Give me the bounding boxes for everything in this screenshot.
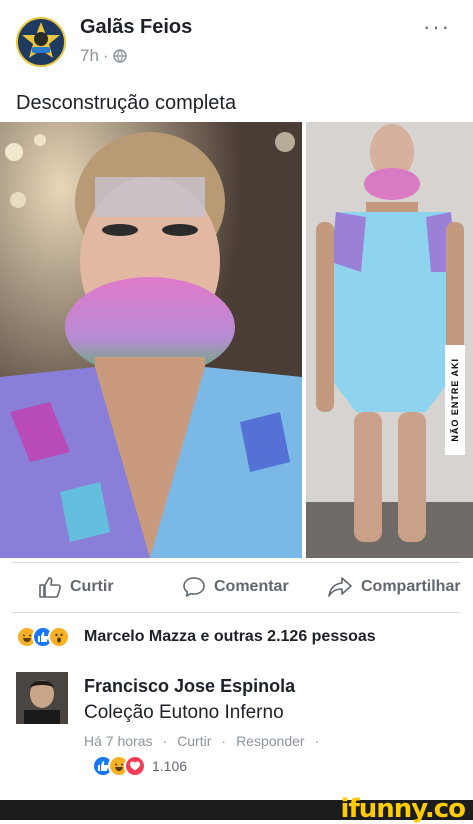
comment-meta: Há 7 horas · Curtir · Responder ·	[84, 733, 319, 749]
comment-meta-separator: ·	[221, 733, 227, 749]
comment-reactions[interactable]: 1.106	[92, 755, 187, 777]
comment-like-link[interactable]: Curtir	[177, 733, 211, 749]
like-button[interactable]: Curtir	[38, 576, 114, 598]
footer-bar: ifunny.co	[0, 794, 473, 824]
share-button[interactable]: Compartilhar	[327, 576, 461, 598]
meta-separator: ·	[102, 46, 109, 65]
comment-reaction-count: 1.106	[152, 758, 188, 774]
globe-icon	[112, 49, 127, 63]
comment-author[interactable]: Francisco Jose Espinola	[84, 676, 295, 697]
comment-time: Há 7 horas	[84, 733, 153, 749]
like-label: Curtir	[70, 578, 114, 595]
page-logo-icon	[22, 22, 60, 58]
runway-image	[306, 122, 473, 558]
commenter-photo	[16, 672, 68, 724]
watermark-badge: NÃO ENTRE AKI	[445, 345, 465, 455]
commenter-avatar[interactable]	[16, 672, 68, 724]
post-photo-left[interactable]	[0, 122, 302, 558]
reactions-summary-text: Marcelo Mazza e outras 2.126 pessoas	[84, 628, 376, 645]
thumbs-up-icon	[39, 577, 61, 598]
more-options-button[interactable]: ···	[423, 14, 451, 40]
portrait-image	[0, 122, 302, 558]
reaction-icons	[16, 626, 70, 648]
page-name[interactable]: Galãs Feios	[80, 16, 192, 39]
post-text: Desconstrução completa	[16, 92, 237, 114]
post-meta: 7h ·	[80, 46, 127, 66]
comment-button[interactable]: Comentar	[182, 576, 289, 598]
reactions-summary[interactable]: Marcelo Mazza e outras 2.126 pessoas	[16, 626, 376, 648]
wow-reaction-icon	[48, 626, 70, 648]
post-photo-right[interactable]	[306, 122, 473, 558]
comment-text: Coleção Eutono Inferno	[84, 702, 284, 723]
comment-reply-link[interactable]: Responder	[236, 733, 305, 749]
comment-meta-separator: ·	[314, 733, 320, 749]
comment-label: Comentar	[214, 578, 289, 595]
page-avatar[interactable]	[16, 17, 66, 67]
share-label: Compartilhar	[361, 578, 461, 595]
share-arrow-icon	[328, 577, 352, 597]
divider-top	[12, 562, 461, 563]
comment-icon	[183, 577, 205, 597]
post-header: Galãs Feios 7h · ···	[0, 0, 473, 80]
divider-bottom	[12, 612, 461, 613]
watermark-text: NÃO ENTRE AKI	[450, 358, 460, 442]
love-reaction-icon	[124, 755, 146, 777]
post-time[interactable]: 7h	[80, 46, 99, 66]
comment-meta-separator: ·	[162, 733, 168, 749]
